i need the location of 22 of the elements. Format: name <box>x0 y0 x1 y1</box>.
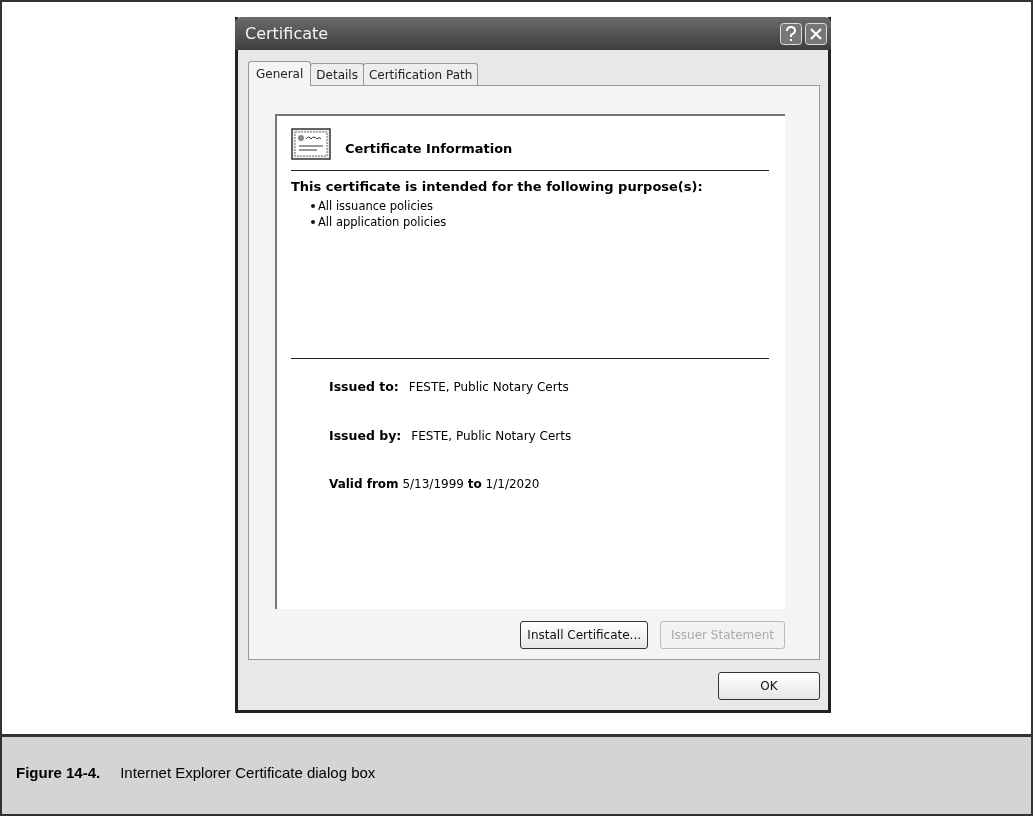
tab[interactable]: General <box>248 61 312 86</box>
figure-number: Figure 14-4. <box>16 764 101 781</box>
section-heading: Certificate Information <box>345 140 513 156</box>
purpose-heading: This certificate is intended for the following purpose(s): <box>291 179 704 194</box>
field-value: FESTE, Public Notary Certs <box>411 429 572 443</box>
window-title: Certificate <box>245 24 329 43</box>
bullet-icon <box>311 220 315 224</box>
tab[interactable]: Details <box>310 63 364 85</box>
close-icon[interactable] <box>805 22 827 45</box>
figure-caption: Internet Explorer Certificate dialog box <box>120 764 376 781</box>
purpose-item: All issuance policies <box>318 198 434 214</box>
field-label: Issued to: <box>329 379 399 394</box>
help-icon[interactable] <box>780 22 802 45</box>
bullet-icon <box>311 204 315 208</box>
dialog-button[interactable]: Install Certificate... <box>520 621 649 649</box>
ok-button[interactable]: OK <box>718 672 820 700</box>
field-value: FESTE, Public Notary Certs <box>408 380 569 394</box>
purpose-item: All application policies <box>318 214 447 230</box>
field-label: Issued by: <box>329 428 402 443</box>
certificate-icon <box>291 128 331 160</box>
tab[interactable]: Certification Path <box>362 63 479 85</box>
validity-text: Valid from 5/13/1999 to 1/1/2020 <box>328 477 541 491</box>
